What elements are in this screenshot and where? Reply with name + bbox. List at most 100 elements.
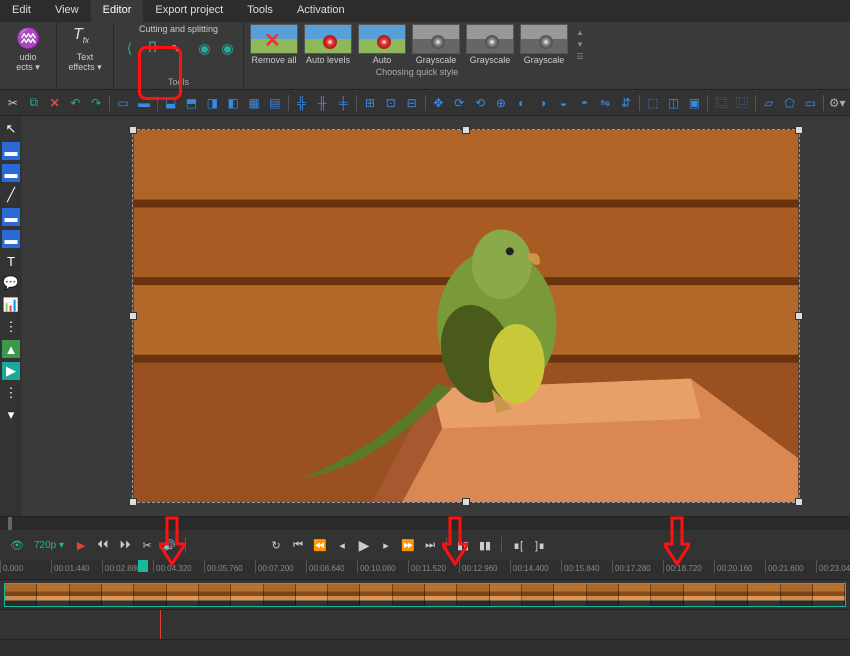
handle-tm[interactable] <box>462 126 470 134</box>
align-left-icon[interactable]: ⬓ <box>162 93 180 113</box>
split-button-2[interactable]: Π <box>143 38 163 58</box>
next-frame-icon[interactable]: ▸ <box>377 536 395 554</box>
pointer-tool[interactable]: ↖ <box>2 120 20 138</box>
audio-effects-button[interactable]: ♒ udio ects ▾ <box>8 26 48 73</box>
delete-icon[interactable]: ✕ <box>46 93 64 113</box>
fit-1-icon[interactable]: ⬚ <box>644 93 662 113</box>
menu-item-edit[interactable]: Edit <box>0 0 43 22</box>
step-back-icon[interactable]: ⏴⏴ <box>94 536 112 554</box>
color-tool[interactable]: ▾ <box>2 406 20 424</box>
quickstyle-4[interactable]: Grayscale <box>464 24 516 65</box>
rotate-cw-icon[interactable]: ⟳ <box>450 93 468 113</box>
style-menu-icon[interactable]: ☰ <box>574 52 586 62</box>
settings-icon[interactable]: ⚙▾ <box>828 93 846 113</box>
resolution-dropdown[interactable]: 720p ▾ <box>30 540 68 551</box>
style-down-icon[interactable]: ▼ <box>574 40 586 50</box>
align-mid-icon[interactable]: ▦ <box>245 93 263 113</box>
snap-1-icon[interactable]: ⊞ <box>361 93 379 113</box>
menu-item-activation[interactable]: Activation <box>285 0 357 22</box>
rotate-ccw-icon[interactable]: ⟲ <box>471 93 489 113</box>
rot-d-icon[interactable]: ◓ <box>575 93 593 113</box>
rect-icon[interactable]: ▭ <box>114 93 132 113</box>
video-preview[interactable] <box>132 129 800 503</box>
fit-2-icon[interactable]: ◫ <box>665 93 683 113</box>
split-button-4[interactable]: ◉ <box>218 38 238 58</box>
style-up-icon[interactable]: ▲ <box>574 28 586 38</box>
rect2-icon[interactable]: ▬ <box>135 93 153 113</box>
range-start-icon[interactable]: ∎[ <box>509 536 527 554</box>
tool-teal-1[interactable]: ▶ <box>2 362 20 380</box>
tool-blue-2[interactable]: ▬ <box>2 164 20 182</box>
crop2-icon[interactable]: ⬠ <box>781 93 799 113</box>
handle-bm[interactable] <box>462 498 470 506</box>
handle-bl[interactable] <box>129 498 137 506</box>
handle-ml[interactable] <box>129 312 137 320</box>
crop1-icon[interactable]: ▱ <box>760 93 778 113</box>
dropper-tool[interactable]: ⋮ <box>2 384 20 402</box>
split-cursor-icon[interactable]: ↖ <box>166 38 186 58</box>
marker-2-icon[interactable]: ▮▮ <box>476 536 494 554</box>
center-icon[interactable]: ⊕ <box>492 93 510 113</box>
handle-tl[interactable] <box>129 126 137 134</box>
redo-icon[interactable]: ↷ <box>87 93 105 113</box>
record-button[interactable]: ▶ <box>72 536 90 554</box>
tooltip-tool[interactable]: 💬 <box>2 274 20 292</box>
quickstyle-0[interactable]: Remove all <box>248 24 300 65</box>
range-end-icon[interactable]: ]∎ <box>531 536 549 554</box>
group-icon[interactable]: ⿴ <box>712 93 730 113</box>
go-end-icon[interactable]: ⏭ <box>421 536 439 554</box>
flip-v-icon[interactable]: ⇵ <box>617 93 635 113</box>
video-clip[interactable] <box>4 583 846 607</box>
handle-br[interactable] <box>795 498 803 506</box>
marker-1-icon[interactable]: ▮▮ <box>454 536 472 554</box>
quickstyle-2[interactable]: Auto <box>356 24 408 65</box>
quickstyle-3[interactable]: Grayscale <box>410 24 462 65</box>
line-tool[interactable]: ╱ <box>2 186 20 204</box>
tool-green-1[interactable]: ▲ <box>2 340 20 358</box>
dist-v-icon[interactable]: ╫ <box>313 93 331 113</box>
dist-3-icon[interactable]: ╪ <box>334 93 352 113</box>
align-top-icon[interactable]: ◧ <box>224 93 242 113</box>
cut-pb-icon[interactable]: ✂ <box>138 536 156 554</box>
align-center-icon[interactable]: ⬒ <box>183 93 201 113</box>
tool-blue-1[interactable]: ▬ <box>2 142 20 160</box>
step-fwd-icon[interactable]: ⏵⏵ <box>116 536 134 554</box>
rot-b-icon[interactable]: ◑ <box>534 93 552 113</box>
cut-icon[interactable]: ✂ <box>4 93 22 113</box>
crop3-icon[interactable]: ▭ <box>802 93 820 113</box>
go-start-icon[interactable]: ⏮ <box>289 536 307 554</box>
empty-track[interactable] <box>0 610 850 640</box>
fit-3-icon[interactable]: ▣ <box>686 93 704 113</box>
play-button[interactable]: ▶ <box>355 536 373 554</box>
rot-c-icon[interactable]: ◒ <box>555 93 573 113</box>
tool-blue-4[interactable]: ▬ <box>2 230 20 248</box>
move-icon[interactable]: ✥ <box>429 93 447 113</box>
video-track[interactable] <box>0 580 850 610</box>
ffwd-icon[interactable]: ⏩ <box>399 536 417 554</box>
ungroup-icon[interactable]: ⿶ <box>733 93 751 113</box>
split-button-3[interactable]: ◉ <box>195 38 215 58</box>
quickstyle-1[interactable]: Auto levels <box>302 24 354 65</box>
more-tool[interactable]: ⋮ <box>2 318 20 336</box>
chart-tool[interactable]: 📊 <box>2 296 20 314</box>
vol-icon[interactable]: 🔊 <box>160 536 178 554</box>
loop-icon[interactable]: ↻ <box>267 536 285 554</box>
scroll-thumb[interactable] <box>8 517 12 530</box>
preview-mode-icon[interactable]: 👁 <box>8 536 26 554</box>
time-ruler[interactable]: 0.00000:01.44000:02.88000:04.32000:05.76… <box>0 560 850 580</box>
quickstyle-5[interactable]: Grayscale <box>518 24 570 65</box>
split-button-1[interactable]: ⟨ <box>120 38 140 58</box>
menu-item-export-project[interactable]: Export project <box>143 0 235 22</box>
horizontal-scrollbar[interactable] <box>0 516 850 530</box>
flip-h-icon[interactable]: ⇋ <box>596 93 614 113</box>
style-scroll[interactable]: ▲ ▼ ☰ <box>574 24 586 65</box>
prev-frame-icon[interactable]: ◂ <box>333 536 351 554</box>
align-right-icon[interactable]: ◨ <box>203 93 221 113</box>
playhead[interactable] <box>138 560 148 572</box>
snap-3-icon[interactable]: ⊟ <box>403 93 421 113</box>
undo-icon[interactable]: ↶ <box>67 93 85 113</box>
text-tool[interactable]: T <box>2 252 20 270</box>
menu-item-tools[interactable]: Tools <box>235 0 285 22</box>
handle-mr[interactable] <box>795 312 803 320</box>
dist-h-icon[interactable]: ╬ <box>293 93 311 113</box>
